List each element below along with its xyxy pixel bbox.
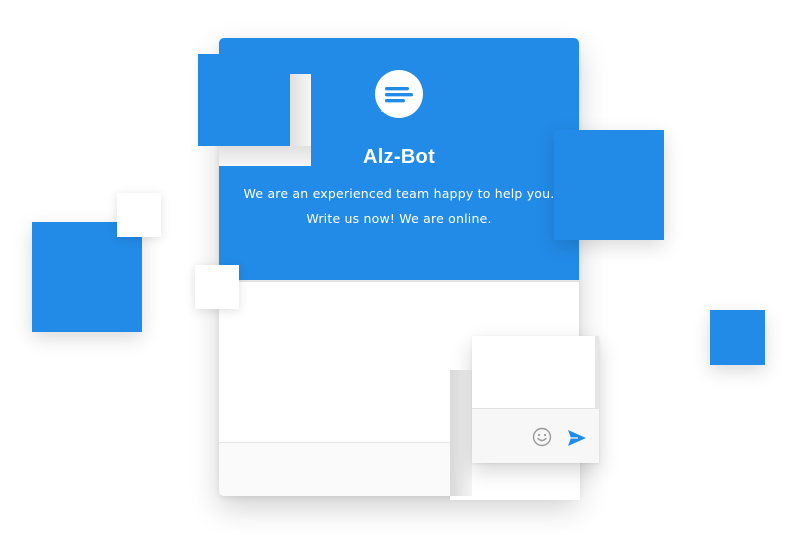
chat-bubble-icon <box>375 70 423 118</box>
bot-description-line1: We are an experienced team happy to help… <box>243 186 555 201</box>
decor-square-right <box>554 130 664 240</box>
decor-square-top-left <box>198 54 290 146</box>
decor-square-small-white-center <box>195 265 239 309</box>
decor-square-far-right <box>710 310 765 365</box>
stage: Alz-Bot We are an experienced team happy… <box>0 0 799 535</box>
overlay-shadow <box>450 370 472 496</box>
decor-square-left <box>32 222 142 332</box>
send-icon[interactable] <box>567 428 587 448</box>
message-input-panel <box>472 336 599 463</box>
decor-shadow-bottom <box>219 146 311 166</box>
message-input-field[interactable] <box>472 336 599 408</box>
message-actions-bar <box>472 408 599 463</box>
smiley-icon[interactable] <box>532 427 552 447</box>
bot-description-line2: Write us now! We are online. <box>306 211 492 226</box>
decor-square-small-white-left <box>117 193 161 237</box>
